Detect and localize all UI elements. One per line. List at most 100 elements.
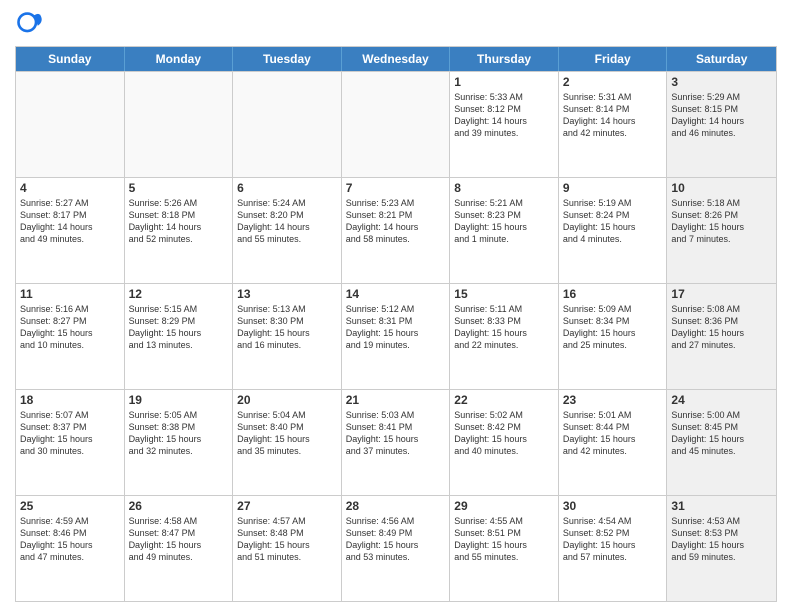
cell-text: Sunrise: 4:56 AM Sunset: 8:49 PM Dayligh… [346,515,446,564]
day-number: 15 [454,287,554,301]
table-row [233,72,342,177]
cell-text: Sunrise: 5:27 AM Sunset: 8:17 PM Dayligh… [20,197,120,246]
cell-text: Sunrise: 5:18 AM Sunset: 8:26 PM Dayligh… [671,197,772,246]
logo-icon [15,10,43,38]
table-row: 2Sunrise: 5:31 AM Sunset: 8:14 PM Daylig… [559,72,668,177]
day-number: 17 [671,287,772,301]
day-number: 26 [129,499,229,513]
table-row: 22Sunrise: 5:02 AM Sunset: 8:42 PM Dayli… [450,390,559,495]
table-row: 5 Sunrise: 5:26 AM Sunset: 8:18 PM Daylig… [125,178,234,283]
cal-header-tuesday: Tuesday [233,47,342,71]
day-number: 6 [237,181,337,195]
table-row: 7 Sunrise: 5:23 AM Sunset: 8:21 PM Daylig… [342,178,451,283]
table-row: 14Sunrise: 5:12 AM Sunset: 8:31 PM Dayli… [342,284,451,389]
cell-text: Sunrise: 4:58 AM Sunset: 8:47 PM Dayligh… [129,515,229,564]
day-number: 3 [671,75,772,89]
day-number: 30 [563,499,663,513]
day-number: 14 [346,287,446,301]
day-number: 7 [346,181,446,195]
cal-header-thursday: Thursday [450,47,559,71]
logo [15,10,47,38]
day-number: 21 [346,393,446,407]
calendar: SundayMondayTuesdayWednesdayThursdayFrid… [15,46,777,602]
calendar-row-4: 18 Sunrise: 5:07 AM Sunset: 8:37 PM Dayli… [16,389,776,495]
table-row: 8Sunrise: 5:21 AM Sunset: 8:23 PM Daylig… [450,178,559,283]
day-number: 9 [563,181,663,195]
day-number: 8 [454,181,554,195]
calendar-body: 1 Sunrise: 5:33 AM Sunset: 8:12 PM Daylig… [16,71,776,601]
day-number: 19 [129,393,229,407]
table-row: 20 Sunrise: 5:04 AM Sunset: 8:40 PM Dayli… [233,390,342,495]
cell-text: Sunrise: 5:05 AM Sunset: 8:38 PM Dayligh… [129,409,229,458]
cell-text: Sunrise: 5:07 AM Sunset: 8:37 PM Dayligh… [20,409,120,458]
table-row: 10 Sunrise: 5:18 AM Sunset: 8:26 PM Dayli… [667,178,776,283]
day-number: 23 [563,393,663,407]
calendar-row-5: 25Sunrise: 4:59 AM Sunset: 8:46 PM Dayli… [16,495,776,601]
table-row: 6 Sunrise: 5:24 AM Sunset: 8:20 PM Daylig… [233,178,342,283]
table-row: 31 Sunrise: 4:53 AM Sunset: 8:53 PM Dayli… [667,496,776,601]
table-row: 23 Sunrise: 5:01 AM Sunset: 8:44 PM Dayli… [559,390,668,495]
table-row [125,72,234,177]
table-row: 27 Sunrise: 4:57 AM Sunset: 8:48 PM Dayli… [233,496,342,601]
table-row: 13 Sunrise: 5:13 AM Sunset: 8:30 PM Dayli… [233,284,342,389]
cell-text: Sunrise: 5:29 AM Sunset: 8:15 PM Dayligh… [671,91,772,140]
table-row: 29 Sunrise: 4:55 AM Sunset: 8:51 PM Dayli… [450,496,559,601]
table-row: 12 Sunrise: 5:15 AM Sunset: 8:29 PM Dayli… [125,284,234,389]
table-row: 4Sunrise: 5:27 AM Sunset: 8:17 PM Daylig… [16,178,125,283]
cell-text: Sunrise: 5:01 AM Sunset: 8:44 PM Dayligh… [563,409,663,458]
day-number: 27 [237,499,337,513]
day-number: 31 [671,499,772,513]
cell-text: Sunrise: 5:15 AM Sunset: 8:29 PM Dayligh… [129,303,229,352]
table-row: 19 Sunrise: 5:05 AM Sunset: 8:38 PM Dayli… [125,390,234,495]
day-number: 5 [129,181,229,195]
cell-text: Sunrise: 5:24 AM Sunset: 8:20 PM Dayligh… [237,197,337,246]
calendar-row-1: 1 Sunrise: 5:33 AM Sunset: 8:12 PM Daylig… [16,71,776,177]
table-row: 1 Sunrise: 5:33 AM Sunset: 8:12 PM Daylig… [450,72,559,177]
table-row: 11Sunrise: 5:16 AM Sunset: 8:27 PM Dayli… [16,284,125,389]
table-row [16,72,125,177]
table-row: 16Sunrise: 5:09 AM Sunset: 8:34 PM Dayli… [559,284,668,389]
day-number: 10 [671,181,772,195]
cell-text: Sunrise: 5:08 AM Sunset: 8:36 PM Dayligh… [671,303,772,352]
day-number: 16 [563,287,663,301]
day-number: 13 [237,287,337,301]
cell-text: Sunrise: 5:26 AM Sunset: 8:18 PM Dayligh… [129,197,229,246]
cell-text: Sunrise: 4:59 AM Sunset: 8:46 PM Dayligh… [20,515,120,564]
header [15,10,777,38]
day-number: 1 [454,75,554,89]
table-row: 28 Sunrise: 4:56 AM Sunset: 8:49 PM Dayli… [342,496,451,601]
table-row: 15 Sunrise: 5:11 AM Sunset: 8:33 PM Dayli… [450,284,559,389]
cell-text: Sunrise: 5:23 AM Sunset: 8:21 PM Dayligh… [346,197,446,246]
cell-text: Sunrise: 5:33 AM Sunset: 8:12 PM Dayligh… [454,91,554,140]
table-row: 24Sunrise: 5:00 AM Sunset: 8:45 PM Dayli… [667,390,776,495]
cell-text: Sunrise: 5:13 AM Sunset: 8:30 PM Dayligh… [237,303,337,352]
cal-header-monday: Monday [125,47,234,71]
day-number: 28 [346,499,446,513]
day-number: 20 [237,393,337,407]
table-row: 3 Sunrise: 5:29 AM Sunset: 8:15 PM Daylig… [667,72,776,177]
day-number: 29 [454,499,554,513]
cell-text: Sunrise: 4:53 AM Sunset: 8:53 PM Dayligh… [671,515,772,564]
cell-text: Sunrise: 4:57 AM Sunset: 8:48 PM Dayligh… [237,515,337,564]
calendar-row-3: 11Sunrise: 5:16 AM Sunset: 8:27 PM Dayli… [16,283,776,389]
table-row: 25Sunrise: 4:59 AM Sunset: 8:46 PM Dayli… [16,496,125,601]
cal-header-wednesday: Wednesday [342,47,451,71]
cal-header-saturday: Saturday [667,47,776,71]
cal-header-friday: Friday [559,47,668,71]
cell-text: Sunrise: 5:11 AM Sunset: 8:33 PM Dayligh… [454,303,554,352]
calendar-row-2: 4Sunrise: 5:27 AM Sunset: 8:17 PM Daylig… [16,177,776,283]
table-row: 18 Sunrise: 5:07 AM Sunset: 8:37 PM Dayli… [16,390,125,495]
table-row: 26 Sunrise: 4:58 AM Sunset: 8:47 PM Dayli… [125,496,234,601]
table-row: 21Sunrise: 5:03 AM Sunset: 8:41 PM Dayli… [342,390,451,495]
day-number: 18 [20,393,120,407]
table-row: 9 Sunrise: 5:19 AM Sunset: 8:24 PM Daylig… [559,178,668,283]
day-number: 12 [129,287,229,301]
cell-text: Sunrise: 5:16 AM Sunset: 8:27 PM Dayligh… [20,303,120,352]
cell-text: Sunrise: 5:02 AM Sunset: 8:42 PM Dayligh… [454,409,554,458]
cell-text: Sunrise: 4:54 AM Sunset: 8:52 PM Dayligh… [563,515,663,564]
page: SundayMondayTuesdayWednesdayThursdayFrid… [0,0,792,612]
cell-text: Sunrise: 5:19 AM Sunset: 8:24 PM Dayligh… [563,197,663,246]
calendar-header-row: SundayMondayTuesdayWednesdayThursdayFrid… [16,47,776,71]
cell-text: Sunrise: 5:04 AM Sunset: 8:40 PM Dayligh… [237,409,337,458]
cell-text: Sunrise: 4:55 AM Sunset: 8:51 PM Dayligh… [454,515,554,564]
